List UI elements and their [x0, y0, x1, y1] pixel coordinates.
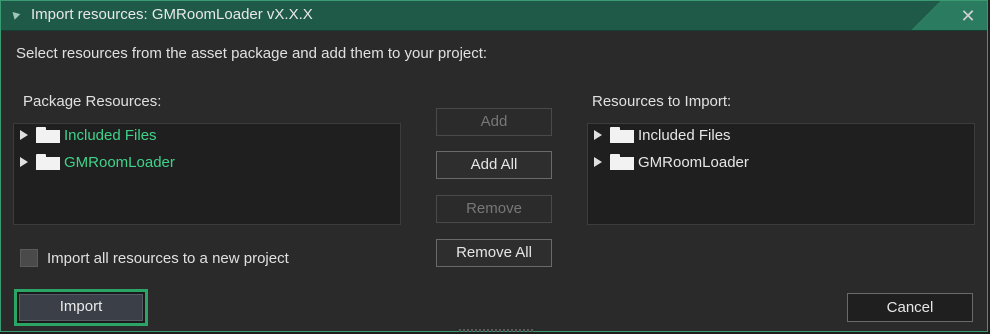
folder-icon: [610, 154, 634, 170]
folder-icon: [610, 127, 634, 143]
expand-arrow-icon[interactable]: [594, 130, 602, 140]
tree-item-gmroomloader[interactable]: GMRoomLoader: [20, 151, 175, 173]
tree-item-label: GMRoomLoader: [638, 153, 749, 171]
window-title: Import resources: GMRoomLoader vX.X.X: [31, 6, 313, 23]
close-icon[interactable]: ✕: [957, 5, 979, 27]
new-project-checkbox[interactable]: [20, 249, 38, 267]
expand-arrow-icon[interactable]: [20, 130, 28, 140]
resize-grip[interactable]: [459, 329, 533, 332]
new-project-checkbox-label[interactable]: Import all resources to a new project: [47, 250, 289, 267]
tree-item-gmroomloader[interactable]: GMRoomLoader: [594, 151, 749, 173]
package-resources-tree[interactable]: Included Files GMRoomLoader: [13, 123, 401, 225]
resources-to-import-label: Resources to Import:: [592, 93, 732, 110]
folder-icon: [36, 127, 60, 143]
import-resources-dialog: Import resources: GMRoomLoader vX.X.X ✕ …: [0, 0, 988, 332]
import-button-label[interactable]: Import: [19, 294, 143, 321]
add-button[interactable]: Add: [436, 108, 552, 136]
cancel-button[interactable]: Cancel: [847, 293, 973, 322]
resources-to-import-tree[interactable]: Included Files GMRoomLoader: [587, 123, 975, 225]
add-all-button[interactable]: Add All: [436, 151, 552, 179]
collapse-icon[interactable]: [9, 9, 21, 20]
tree-item-included-files[interactable]: Included Files: [594, 124, 731, 146]
remove-all-button[interactable]: Remove All: [436, 239, 552, 267]
folder-icon: [36, 154, 60, 170]
instruction-text: Select resources from the asset package …: [16, 45, 488, 62]
remove-button[interactable]: Remove: [436, 195, 552, 223]
tree-item-label: Included Files: [638, 126, 731, 144]
package-resources-label: Package Resources:: [23, 93, 162, 110]
tree-item-label: Included Files: [64, 126, 157, 144]
title-bar[interactable]: Import resources: GMRoomLoader vX.X.X ✕: [1, 1, 987, 31]
new-project-checkbox-row[interactable]: Import all resources to a new project: [20, 249, 289, 267]
tree-item-included-files[interactable]: Included Files: [20, 124, 157, 146]
import-button[interactable]: Import: [14, 289, 148, 326]
expand-arrow-icon[interactable]: [594, 157, 602, 167]
expand-arrow-icon[interactable]: [20, 157, 28, 167]
tree-item-label: GMRoomLoader: [64, 153, 175, 171]
